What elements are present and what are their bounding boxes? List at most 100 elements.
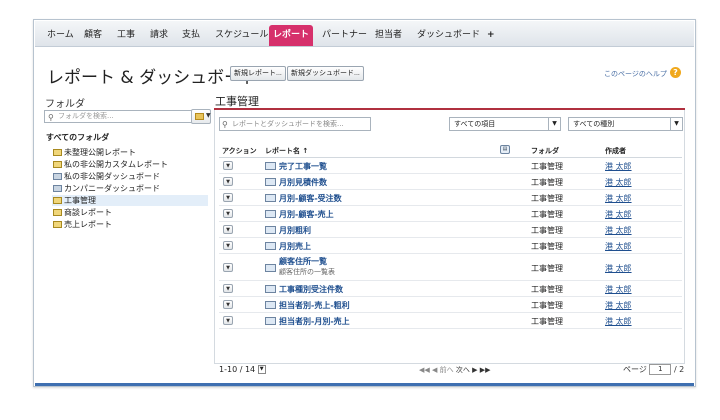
column-header-folder[interactable]: フォルダ — [531, 146, 559, 156]
help-link[interactable]: このページのヘルプ — [604, 69, 667, 79]
report-author-link[interactable]: 港 太郎 — [605, 177, 632, 188]
table-row[interactable]: ▼ 完了工事一覧 工事管理 港 太郎 — [219, 158, 682, 174]
new-dashboard-button[interactable]: 新規ダッシュボード... — [287, 66, 364, 81]
report-author-link[interactable]: 港 太郎 — [605, 316, 632, 327]
column-settings-icon[interactable]: ▤ — [500, 145, 510, 154]
report-folder: 工事管理 — [531, 242, 563, 251]
row-action-dropdown[interactable]: ▼ — [223, 316, 233, 325]
tab-bar: ホーム 顧客 工事 請求 支払 スケジュール レポート パートナー 担当者 ダッ… — [35, 21, 694, 47]
report-name-link[interactable]: 月別売上 — [279, 241, 311, 252]
report-icon — [265, 285, 276, 293]
table-row[interactable]: ▼ 月別見積件数 工事管理 港 太郎 — [219, 174, 682, 190]
report-name-link[interactable]: 完了工事一覧 — [279, 161, 327, 172]
report-name-link[interactable]: 月別粗利 — [279, 225, 311, 236]
row-action-dropdown[interactable]: ▼ — [223, 177, 233, 186]
folder-menu-button[interactable]: ▼ — [191, 109, 211, 124]
first-page-button[interactable]: ◀◀ — [419, 366, 430, 374]
report-author-link[interactable]: 港 太郎 — [605, 209, 632, 220]
report-author-link[interactable]: 港 太郎 — [605, 284, 632, 295]
report-icon — [265, 210, 276, 218]
tab-reports[interactable]: レポート — [269, 25, 314, 46]
folder-item-opportunity-reports[interactable]: 商談レポート — [52, 207, 208, 218]
table-row[interactable]: ▼ 担当者別-売上-粗利 工事管理 港 太郎 — [219, 297, 682, 313]
table-row[interactable]: ▼ 顧客住所一覧 顧客住所の一覧表 工事管理 港 太郎 — [219, 254, 682, 281]
table-row[interactable]: ▼ 月別-顧客-売上 工事管理 港 太郎 — [219, 206, 682, 222]
folder-item-construction-mgmt[interactable]: 工事管理 — [52, 195, 208, 206]
report-description: 顧客住所の一覧表 — [279, 268, 335, 276]
report-folder: 工事管理 — [531, 301, 563, 310]
table-row[interactable]: ▼ 工事種別受注件数 工事管理 港 太郎 — [219, 281, 682, 297]
tab-customers[interactable]: 顧客 — [82, 26, 104, 44]
search-icon: ⚲ — [222, 120, 228, 129]
tab-add[interactable]: + — [485, 26, 497, 44]
folder-item-private-custom[interactable]: 私の非公開カスタムレポート — [52, 159, 208, 170]
folder-item-private-dashboards[interactable]: 私の非公開ダッシュボード — [52, 171, 208, 182]
report-name-link[interactable]: 工事種別受注件数 — [279, 284, 343, 295]
page-label: ページ — [623, 365, 647, 374]
tab-partners[interactable]: パートナー — [320, 26, 369, 44]
folder-item-unfiled-public[interactable]: 未整理公開レポート — [52, 147, 208, 158]
type-filter-select[interactable]: すべての種別 ▼ — [568, 117, 683, 131]
tab-payment[interactable]: 支払 — [180, 26, 202, 44]
report-author-link[interactable]: 港 太郎 — [605, 193, 632, 204]
new-report-button[interactable]: 新規レポート... — [230, 66, 286, 81]
prev-page-button[interactable]: ◀ 前へ — [432, 366, 454, 374]
report-name-link[interactable]: 月別-顧客-売上 — [279, 209, 334, 220]
report-folder: 工事管理 — [531, 210, 563, 219]
report-author-link[interactable]: 港 太郎 — [605, 300, 632, 311]
tab-staff[interactable]: 担当者 — [373, 26, 404, 44]
tab-construction[interactable]: 工事 — [115, 26, 137, 44]
last-page-button[interactable]: ▶▶ — [480, 366, 491, 374]
row-action-dropdown[interactable]: ▼ — [223, 300, 233, 309]
help-icon[interactable]: ? — [670, 67, 681, 78]
table-header: アクション レポート名 ↑ ▤ フォルダ 作成者 — [219, 142, 682, 158]
report-name-link[interactable]: 担当者別-売上-粗利 — [279, 300, 350, 311]
report-author-link[interactable]: 港 太郎 — [605, 161, 632, 172]
next-page-button[interactable]: 次へ ▶ — [456, 366, 478, 374]
folder-search-input[interactable]: ⚲ フォルダを検索... — [44, 110, 192, 123]
tab-schedule[interactable]: スケジュール — [213, 26, 270, 44]
column-header-name[interactable]: レポート名 ↑ — [265, 146, 308, 156]
folder-item-label: カンパニーダッシュボード — [64, 184, 160, 193]
row-action-dropdown[interactable]: ▼ — [223, 209, 233, 218]
row-action-dropdown[interactable]: ▼ — [223, 225, 233, 234]
folder-item-sales-reports[interactable]: 売上レポート — [52, 219, 208, 230]
page-number-input[interactable]: 1 — [649, 364, 672, 375]
report-name-link[interactable]: 月別見積件数 — [279, 177, 327, 188]
report-author-link[interactable]: 港 太郎 — [605, 263, 632, 274]
tab-dashboards[interactable]: ダッシュボード — [415, 26, 482, 44]
chevron-down-icon: ▼ — [206, 112, 211, 119]
report-icon — [265, 162, 276, 170]
row-action-dropdown[interactable]: ▼ — [223, 193, 233, 202]
item-filter-select[interactable]: すべての項目 ▼ — [449, 117, 561, 131]
chevron-down-icon[interactable]: ▼ — [257, 365, 266, 374]
folder-item-company-dashboards[interactable]: カンパニーダッシュボード — [52, 183, 208, 194]
table-row[interactable]: ▼ 月別-顧客-受注数 工事管理 港 太郎 — [219, 190, 682, 206]
report-name-link[interactable]: 担当者別-月別-売上 — [279, 316, 350, 327]
row-action-dropdown[interactable]: ▼ — [223, 263, 233, 272]
dashboard-folder-icon — [53, 173, 62, 180]
folder-item-label: 売上レポート — [64, 220, 112, 229]
tab-billing[interactable]: 請求 — [148, 26, 170, 44]
column-header-author[interactable]: 作成者 — [605, 146, 626, 156]
report-name-link[interactable]: 顧客住所一覧 — [279, 256, 327, 267]
pager-controls: ◀◀ ◀ 前へ 次へ ▶ ▶▶ — [419, 365, 490, 375]
report-search-input[interactable]: ⚲ レポートとダッシュボードを検索... — [219, 117, 371, 131]
row-action-dropdown[interactable]: ▼ — [223, 284, 233, 293]
report-icon — [265, 242, 276, 250]
app-window: ホーム 顧客 工事 請求 支払 スケジュール レポート パートナー 担当者 ダッ… — [33, 19, 696, 387]
table-row[interactable]: ▼ 月別粗利 工事管理 港 太郎 — [219, 222, 682, 238]
table-row[interactable]: ▼ 担当者別-月別-売上 工事管理 港 太郎 — [219, 313, 682, 329]
all-folders-label[interactable]: すべてのフォルダ — [46, 132, 109, 143]
report-name-link[interactable]: 月別-顧客-受注数 — [279, 193, 342, 204]
report-author-link[interactable]: 港 太郎 — [605, 225, 632, 236]
table-row[interactable]: ▼ 月別売上 工事管理 港 太郎 — [219, 238, 682, 254]
row-action-dropdown[interactable]: ▼ — [223, 161, 233, 170]
folder-icon — [53, 209, 62, 216]
tab-home[interactable]: ホーム — [45, 26, 76, 44]
row-action-dropdown[interactable]: ▼ — [223, 241, 233, 250]
report-author-link[interactable]: 港 太郎 — [605, 241, 632, 252]
report-icon — [265, 301, 276, 309]
report-list-panel: ⚲ レポートとダッシュボードを検索... すべての項目 ▼ すべての種別 ▼ ア… — [214, 110, 685, 375]
report-folder: 工事管理 — [531, 285, 563, 294]
